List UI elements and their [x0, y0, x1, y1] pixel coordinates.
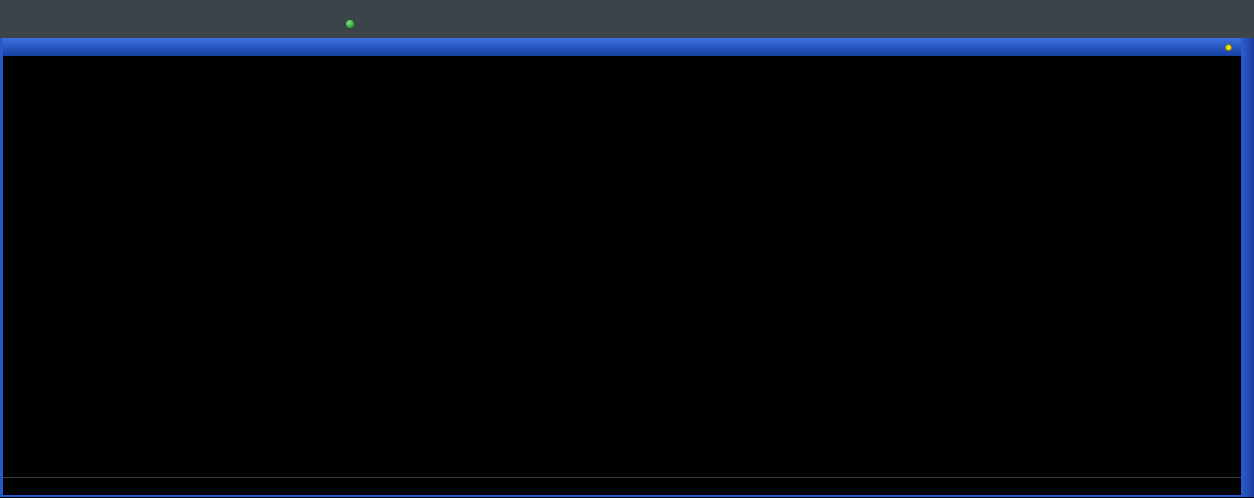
- marker-row-m1-time: [1046, 104, 1236, 119]
- marker-m1-time: [1098, 104, 1236, 119]
- marker-row-d2[interactable]: [1046, 59, 1236, 74]
- header-col-freq: [136, 3, 337, 31]
- analyzer-screen: [0, 0, 1254, 498]
- marker-row-m1[interactable]: [1046, 89, 1236, 104]
- field-meas-time[interactable]: [346, 3, 471, 17]
- marker-m1-name: [1046, 89, 1098, 104]
- marker-d2-time: [1098, 74, 1236, 89]
- marker-d2-freq: [1098, 59, 1236, 74]
- frequency-window: [0, 38, 1243, 497]
- window-title-bar[interactable]: [3, 38, 1241, 56]
- channel-bar: [0, 0, 1254, 38]
- marker-readout-table: [1046, 59, 1236, 119]
- marker-row-d2-time: [1046, 74, 1236, 89]
- marker-d2-name: [1046, 59, 1098, 74]
- vbw-led-icon: [346, 20, 354, 28]
- field-ref-level[interactable]: [8, 3, 122, 17]
- trace-tag[interactable]: [1225, 44, 1235, 51]
- header-col-meas: [346, 3, 471, 31]
- field-att[interactable]: [8, 17, 122, 31]
- header-col-level: [8, 3, 122, 31]
- trace-plot-svg: [3, 56, 1239, 477]
- plot-area: [3, 56, 1239, 477]
- field-mode[interactable]: [136, 17, 337, 31]
- field-center-freq[interactable]: [136, 3, 337, 17]
- marker-m1-freq: [1098, 89, 1236, 104]
- sweep-axis-bar: [3, 477, 1241, 495]
- field-vbw[interactable]: [346, 17, 471, 31]
- softkey-strip: [1243, 38, 1254, 497]
- trace-active-dot-icon: [1225, 44, 1232, 51]
